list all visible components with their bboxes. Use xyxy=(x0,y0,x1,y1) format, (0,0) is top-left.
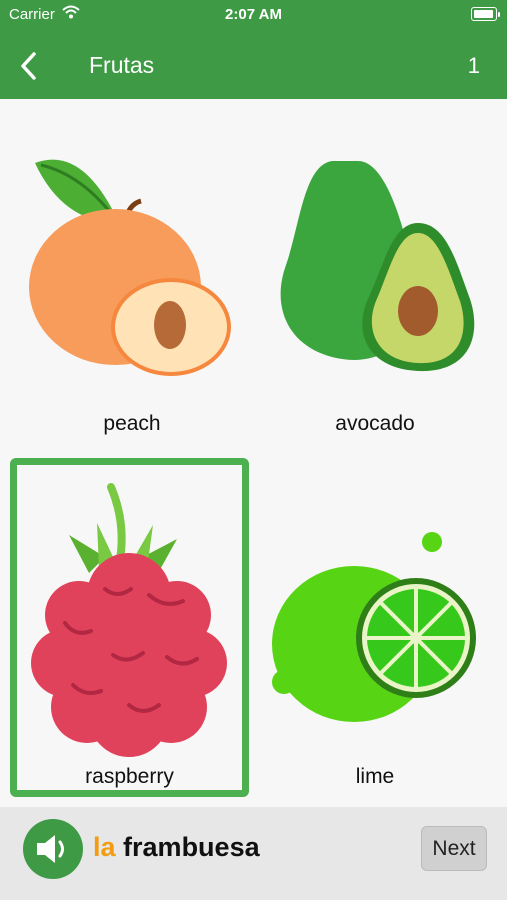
peach-icon xyxy=(29,159,231,376)
score-counter: 1 xyxy=(467,53,480,78)
card-label: peach xyxy=(103,412,161,435)
battery-icon xyxy=(471,7,500,21)
lime-icon xyxy=(272,532,476,722)
card-lime[interactable]: lime xyxy=(256,458,494,796)
raspberry-icon xyxy=(31,483,227,757)
card-raspberry[interactable]: raspberry xyxy=(10,458,249,797)
card-label: avocado xyxy=(335,412,415,435)
card-peach[interactable]: peach xyxy=(13,105,251,443)
next-button[interactable]: Next xyxy=(421,826,487,871)
word-article: la xyxy=(93,832,116,862)
card-avocado[interactable]: avocado xyxy=(256,105,494,443)
avocado-icon xyxy=(280,161,475,372)
header-bar: Carrier 2:07 AM Frutas 1 xyxy=(0,0,507,99)
spoken-word: la frambuesa xyxy=(93,832,260,863)
speaker-button[interactable] xyxy=(23,819,83,879)
speaker-icon xyxy=(37,835,64,863)
answer-bar: la frambuesa Next xyxy=(0,807,507,900)
page-title: Frutas xyxy=(89,52,155,78)
status-time: 2:07 AM xyxy=(225,6,282,23)
word-text: frambuesa xyxy=(123,832,260,862)
fruit-grid: peach avocado raspberry lime xyxy=(0,99,507,807)
card-label: lime xyxy=(355,765,395,788)
chevron-left-icon[interactable] xyxy=(14,50,44,82)
card-label: raspberry xyxy=(85,765,174,788)
status-bar: Carrier 2:07 AM xyxy=(0,0,507,30)
